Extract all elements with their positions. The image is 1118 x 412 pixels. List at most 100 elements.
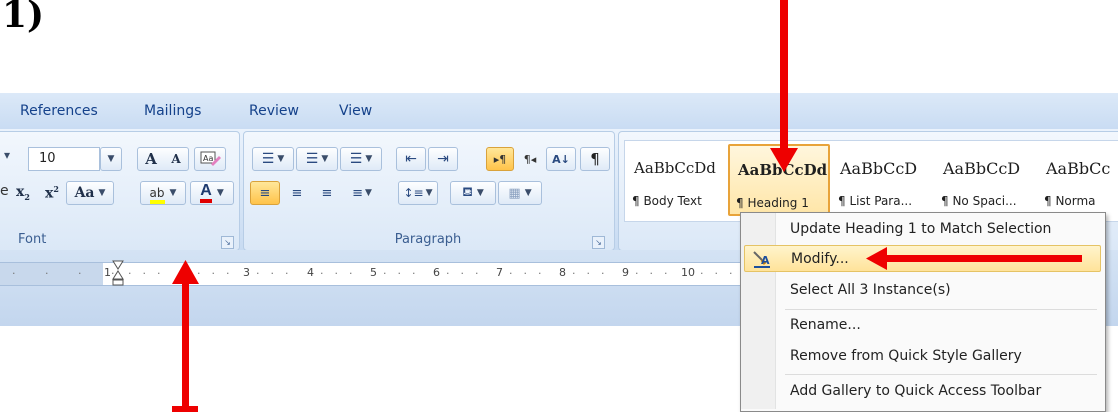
multilevel-list-icon: ☰: [349, 151, 363, 167]
show-formatting-marks-button[interactable]: ¶: [580, 147, 610, 171]
paint-bucket-icon: ⛾: [462, 184, 473, 200]
ruler-ticks: ···: [700, 267, 744, 280]
pilcrow-icon: ¶: [590, 150, 600, 168]
menu-item-rename[interactable]: Rename...: [744, 312, 1101, 339]
change-case-button[interactable]: Aa ▼: [66, 181, 114, 205]
strikethrough-button-partial[interactable]: e: [0, 183, 9, 199]
ruler-ticks: ···: [509, 267, 553, 280]
increase-indent-button[interactable]: ⇥: [428, 147, 458, 171]
style-name: ¶ Norma: [1044, 194, 1096, 208]
style-name: ¶ Body Text: [632, 194, 702, 208]
style-heading-1[interactable]: AaBbCcDd ¶ Heading 1: [728, 144, 830, 216]
line-spacing-button[interactable]: ↕≡ ▼: [398, 181, 438, 205]
svg-text:A: A: [761, 254, 770, 267]
font-size-dropdown-button[interactable]: ▼: [100, 147, 122, 171]
ruler-number: 4: [307, 266, 314, 279]
bullets-icon: ☰: [261, 151, 275, 167]
style-sample: AaBbCcD: [943, 159, 1021, 178]
ruler-ticks: ···: [635, 267, 679, 280]
align-left-icon: ≡: [259, 185, 271, 201]
ruler-number: 2: [183, 266, 190, 279]
superscript-button[interactable]: x2: [39, 181, 65, 205]
ruler-ticks: ···: [446, 267, 490, 280]
sort-icon: A↓: [552, 152, 570, 166]
style-normal[interactable]: AaBbCc ¶ Norma: [1038, 144, 1118, 216]
tab-mailings[interactable]: Mailings: [144, 103, 201, 119]
align-right-icon: ≡: [321, 185, 333, 201]
ruler-ticks: ···: [256, 267, 300, 280]
ltr-icon: ▸¶: [493, 152, 507, 166]
sort-button[interactable]: A↓: [546, 147, 576, 171]
tab-references[interactable]: References: [20, 103, 98, 119]
style-sample: AaBbCc: [1046, 159, 1111, 178]
menu-item-select-all-instances[interactable]: Select All 3 Instance(s): [744, 277, 1101, 304]
line-spacing-icon: ↕≡: [403, 186, 424, 200]
ruler-ticks: ···: [572, 267, 616, 280]
font-name-dropdown-arrow[interactable]: ▾: [4, 148, 10, 162]
menu-separator: [785, 374, 1097, 375]
menu-item-modify[interactable]: A Modify...: [744, 245, 1101, 272]
grow-shrink-font-buttons: A A: [137, 147, 189, 171]
font-dialog-launcher[interactable]: ↘: [221, 236, 234, 249]
justify-button[interactable]: ≡ ▼: [344, 181, 380, 205]
shading-button[interactable]: ⛾ ▼: [450, 181, 496, 205]
subscript-button[interactable]: x2: [10, 181, 36, 205]
rtl-icon: ¶◂: [523, 152, 537, 166]
bullets-button[interactable]: ☰ ▼: [252, 147, 294, 171]
ltr-text-button[interactable]: ▸¶: [486, 147, 514, 171]
paragraph-dialog-launcher[interactable]: ↘: [592, 236, 605, 249]
rtl-text-button[interactable]: ¶◂: [516, 147, 544, 171]
grow-font-button[interactable]: A: [145, 150, 157, 168]
menu-item-remove-from-gallery[interactable]: Remove from Quick Style Gallery: [744, 343, 1101, 370]
style-sample: AaBbCcDd: [634, 159, 716, 177]
ruler-ticks: ···: [128, 267, 172, 280]
borders-icon: ▦: [508, 185, 521, 201]
style-name: ¶ Heading 1: [736, 196, 809, 210]
tab-review[interactable]: Review: [249, 103, 299, 119]
numbering-icon: ☰: [305, 151, 319, 167]
svg-text:Aa: Aa: [203, 154, 213, 163]
font-color-icon: A: [200, 183, 212, 203]
menu-separator: [785, 309, 1097, 310]
clear-formatting-button[interactable]: Aa: [194, 147, 226, 171]
font-color-button[interactable]: A ▼: [190, 181, 234, 205]
ruler-number: 6: [433, 266, 440, 279]
style-list-paragraph[interactable]: AaBbCcD ¶ List Para...: [832, 144, 934, 216]
align-center-button[interactable]: ≡: [282, 181, 312, 205]
numbering-button[interactable]: ☰ ▼: [296, 147, 338, 171]
style-sample: AaBbCcDd: [738, 161, 828, 179]
style-sample: AaBbCcD: [840, 159, 918, 178]
style-no-spacing[interactable]: AaBbCcD ¶ No Spaci...: [935, 144, 1037, 216]
ruler-number: 5: [370, 266, 377, 279]
ruler-ticks: ···: [320, 267, 364, 280]
highlighter-icon: ab: [149, 186, 165, 204]
menu-item-update-heading[interactable]: Update Heading 1 to Match Selection: [744, 216, 1101, 243]
text-highlight-button[interactable]: ab ▼: [140, 181, 186, 205]
font-size-field[interactable]: 10: [28, 147, 100, 171]
align-center-icon: ≡: [291, 185, 303, 201]
menu-item-add-gallery-to-qat[interactable]: Add Gallery to Quick Access Toolbar: [744, 378, 1101, 405]
borders-button[interactable]: ▦ ▼: [498, 181, 542, 205]
ruler-number: 7: [496, 266, 503, 279]
align-right-button[interactable]: ≡: [312, 181, 342, 205]
shrink-font-button[interactable]: A: [171, 152, 180, 166]
ruler-number: 3: [243, 266, 250, 279]
clear-formatting-icon: Aa: [200, 151, 221, 166]
justify-icon: ≡: [352, 185, 363, 201]
align-left-button[interactable]: ≡: [250, 181, 280, 205]
paragraph-group-label: Paragraph: [394, 232, 462, 247]
font-group-label: Font: [18, 232, 47, 247]
style-name: ¶ No Spaci...: [941, 194, 1017, 208]
decrease-indent-icon: ⇤: [405, 151, 417, 167]
multilevel-list-button[interactable]: ☰ ▼: [340, 147, 382, 171]
tab-view[interactable]: View: [339, 103, 372, 119]
ruler-number: 10: [681, 266, 695, 279]
ruler-number: 8: [559, 266, 566, 279]
modify-style-icon: A: [751, 248, 773, 270]
increase-indent-icon: ⇥: [437, 151, 449, 167]
decrease-indent-button[interactable]: ⇤: [396, 147, 426, 171]
ruler-ticks: ···: [383, 267, 427, 280]
step-number: 1): [2, 0, 45, 36]
style-body-text[interactable]: AaBbCcDd ¶ Body Text: [626, 144, 728, 216]
style-name: ¶ List Para...: [838, 194, 913, 208]
